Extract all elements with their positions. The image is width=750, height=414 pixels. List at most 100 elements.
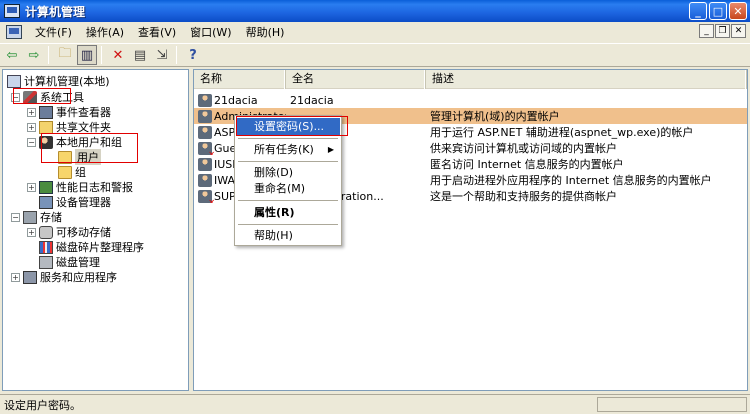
tree-label: 本地用户和组	[56, 136, 122, 149]
tree-label: 可移动存储	[56, 226, 111, 239]
status-text: 设定用户密码。	[4, 398, 81, 412]
tree-label: 事件查看器	[56, 106, 111, 119]
up-folder-icon[interactable]: 🗀	[55, 45, 75, 65]
tree-item-local-users-groups[interactable]: − 本地用户和组	[27, 134, 122, 150]
menu-view[interactable]: 查看(V)	[131, 24, 183, 40]
menu-separator	[238, 200, 338, 201]
expand-toggle[interactable]: +	[27, 107, 36, 117]
tree-item-removable-storage[interactable]: + 可移动存储	[27, 224, 111, 240]
tree-item-shared-folders[interactable]: + 共享文件夹	[27, 119, 111, 135]
help-icon[interactable]: ?	[183, 45, 203, 65]
menu-item-delete[interactable]: 删除(D)	[236, 164, 340, 181]
folder-icon	[58, 165, 72, 179]
menu-item-set-password[interactable]: 设置密码(S)...	[236, 118, 340, 135]
cell-description: 用于启动进程外应用程序的 Internet 信息服务的内置帐户	[430, 174, 712, 187]
table-row[interactable]: 21dacia 21dacia	[194, 92, 747, 108]
tree-label: 服务和应用程序	[40, 271, 117, 284]
tree-root[interactable]: 计算机管理(本地)	[7, 73, 110, 89]
properties-icon[interactable]: ▤	[130, 45, 150, 65]
cell-description: 匿名访问 Internet 信息服务的内置帐户	[430, 158, 624, 171]
column-fullname[interactable]: 全名	[286, 70, 426, 89]
cell-name: 21dacia	[214, 93, 258, 107]
tree-label: 组	[75, 166, 86, 179]
show-tree-icon[interactable]: ▥	[77, 45, 97, 65]
tree-item-perf-logs[interactable]: + 性能日志和警报	[27, 179, 133, 195]
menu-file[interactable]: 文件(F)	[28, 24, 79, 40]
expand-toggle[interactable]: +	[11, 272, 20, 282]
expand-toggle[interactable]: +	[27, 227, 36, 237]
tree-item-device-manager[interactable]: 设备管理器	[39, 194, 111, 210]
back-arrow-icon[interactable]: ⇦	[2, 45, 22, 65]
shared-folder-icon	[39, 120, 53, 134]
user-icon	[198, 173, 212, 187]
tree-item-defrag[interactable]: 磁盘碎片整理程序	[39, 239, 144, 255]
forward-arrow-icon[interactable]: ⇨	[24, 45, 44, 65]
tree-label: 系统工具	[40, 91, 84, 104]
toolbar: ⇦ ⇨ 🗀 ▥ ✕ ▤ ⇲ ?	[0, 43, 750, 67]
status-bar: 设定用户密码。	[0, 394, 750, 414]
cell-description: 这是一个帮助和支持服务的提供商帐户	[430, 190, 617, 203]
menu-bar: 文件(F) 操作(A) 查看(V) 窗口(W) 帮助(H) _ ❐ ✕	[0, 22, 750, 42]
menu-item-help[interactable]: 帮助(H)	[236, 227, 340, 244]
collapse-toggle[interactable]: −	[11, 212, 20, 222]
menu-item-all-tasks[interactable]: 所有任务(K) ▶	[236, 141, 340, 158]
maximize-button[interactable]: □	[709, 2, 727, 20]
expand-toggle[interactable]: +	[27, 122, 36, 132]
child-restore-button[interactable]: ❐	[715, 24, 730, 38]
menu-help[interactable]: 帮助(H)	[239, 24, 292, 40]
tree-label: 性能日志和警报	[56, 181, 133, 194]
column-header: 名称 全名 描述	[194, 70, 747, 89]
cell-name: ASP	[214, 125, 236, 139]
menu-separator	[238, 138, 338, 139]
tree-label: 磁盘管理	[56, 256, 100, 269]
tree-item-users[interactable]: 用户	[58, 149, 101, 165]
user-icon	[198, 157, 212, 171]
tree-label: 设备管理器	[56, 196, 111, 209]
menu-item-label: 所有任务(K)	[254, 143, 314, 156]
child-minimize-button[interactable]: _	[699, 24, 714, 38]
tree-item-groups[interactable]: 组	[58, 164, 86, 180]
menu-action[interactable]: 操作(A)	[79, 24, 131, 40]
menu-separator	[238, 161, 338, 162]
tree-label: 存储	[40, 211, 62, 224]
tree-item-system-tools[interactable]: − 系统工具	[11, 89, 84, 105]
folder-icon	[58, 150, 72, 164]
system-menu-icon[interactable]	[6, 25, 22, 39]
cell-description: 用于运行 ASP.NET 辅助进程(aspnet_wp.exe)的帐户	[430, 126, 694, 139]
tree-item-storage[interactable]: − 存储	[11, 209, 62, 225]
menu-window[interactable]: 窗口(W)	[183, 24, 238, 40]
menu-item-rename[interactable]: 重命名(M)	[236, 180, 340, 197]
child-close-button[interactable]: ✕	[731, 24, 746, 38]
collapse-toggle[interactable]: −	[27, 137, 36, 147]
tree-item-event-viewer[interactable]: + 事件查看器	[27, 104, 111, 120]
performance-icon	[39, 180, 53, 194]
title-bar[interactable]: 计算机管理 _ □ ✕	[0, 0, 750, 22]
expand-toggle[interactable]: +	[27, 182, 36, 192]
tools-icon	[23, 90, 37, 104]
export-icon[interactable]: ⇲	[152, 45, 172, 65]
services-icon	[23, 270, 37, 284]
storage-icon	[23, 210, 37, 224]
user-icon	[198, 93, 212, 107]
tree-label: 共享文件夹	[56, 121, 111, 134]
tree-item-disk-management[interactable]: 磁盘管理	[39, 254, 100, 270]
column-description[interactable]: 描述	[426, 70, 747, 89]
menu-item-properties[interactable]: 属性(R)	[236, 204, 340, 221]
minimize-button[interactable]: _	[689, 2, 707, 20]
computer-management-icon	[4, 4, 20, 18]
window-title: 计算机管理	[25, 4, 86, 19]
collapse-toggle[interactable]: −	[11, 92, 20, 102]
tree-label: 磁盘碎片整理程序	[56, 241, 144, 254]
event-viewer-icon	[39, 105, 53, 119]
column-name[interactable]: 名称	[194, 70, 286, 89]
cell-fullname: 21dacia	[290, 93, 334, 107]
close-button[interactable]: ✕	[729, 2, 747, 20]
tree-item-services-apps[interactable]: + 服务和应用程序	[11, 269, 117, 285]
device-manager-icon	[39, 195, 53, 209]
disabled-user-icon	[198, 189, 215, 203]
cell-description: 供来宾访问计算机或访问域的内置帐户	[430, 142, 617, 155]
context-menu: 设置密码(S)... 所有任务(K) ▶ 删除(D) 重命名(M) 属性(R) …	[234, 115, 342, 246]
user-icon	[198, 109, 212, 123]
delete-icon[interactable]: ✕	[108, 45, 128, 65]
console-tree[interactable]: 计算机管理(本地) − 系统工具 + 事件查看器 + 共享文件夹 − 本地用户和…	[2, 69, 189, 391]
